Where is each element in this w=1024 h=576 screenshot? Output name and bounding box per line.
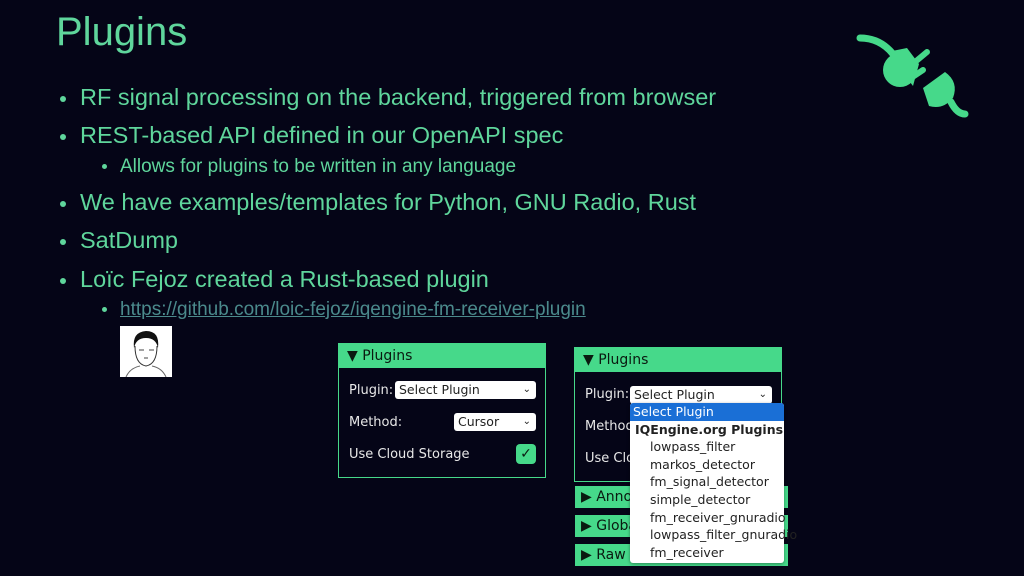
slide-title: Plugins bbox=[56, 10, 188, 54]
plugins-panel-header[interactable]: ▼ Plugins bbox=[575, 348, 781, 372]
plugin-dropdown-list: Select Plugin IQEngine.org Plugins lowpa… bbox=[630, 403, 797, 563]
plugin-select-value: Select Plugin bbox=[634, 387, 715, 402]
author-avatar bbox=[120, 326, 172, 378]
method-label: Method: bbox=[349, 415, 403, 430]
chevron-down-icon: ⌄ bbox=[758, 389, 767, 400]
method-select[interactable]: Cursor ⌄ bbox=[454, 413, 536, 431]
sub-bullet: https://github.com/loic-fejoz/iqengine-f… bbox=[102, 299, 586, 321]
method-select-value: Cursor bbox=[458, 414, 500, 429]
plugins-panel-header[interactable]: ▼ Plugins bbox=[339, 344, 545, 368]
method-label: Method bbox=[585, 419, 634, 434]
plugin-select-value: Select Plugin bbox=[399, 382, 480, 397]
plugins-panel: ▼ Plugins Plugin: Select Plugin ⌄ Method:… bbox=[338, 343, 546, 478]
plugin-select[interactable]: Select Plugin ⌄ bbox=[630, 386, 772, 404]
dropdown-option[interactable]: fm_signal_detector bbox=[630, 473, 784, 491]
sub-bullet: Allows for plugins to be written in any … bbox=[102, 156, 516, 178]
plugin-label: Plugin: bbox=[585, 387, 630, 402]
chevron-down-icon: ⌄ bbox=[522, 384, 531, 395]
bullet: RF signal processing on the backend, tri… bbox=[60, 84, 716, 111]
cloud-storage-label: Use Cloud Storage bbox=[349, 447, 470, 462]
cloud-storage-checkbox[interactable]: ✓ bbox=[516, 444, 536, 464]
dropdown-option-selected[interactable]: Select Plugin bbox=[630, 403, 784, 421]
plugin-select[interactable]: Select Plugin ⌄ bbox=[395, 381, 536, 399]
dropdown-option[interactable]: lowpass_filter_gnuradio bbox=[630, 526, 797, 544]
bullet: REST-based API defined in our OpenAPI sp… bbox=[60, 122, 563, 149]
dropdown-option[interactable]: fm_receiver bbox=[630, 544, 784, 562]
plugin-label: Plugin: bbox=[349, 383, 394, 398]
dropdown-option[interactable]: markos_detector bbox=[630, 456, 784, 474]
dropdown-group-label: IQEngine.org Plugins bbox=[635, 421, 784, 437]
chevron-down-icon: ⌄ bbox=[522, 416, 531, 427]
bullet-text: RF signal processing on the backend, tri… bbox=[80, 84, 717, 110]
bullet: SatDump bbox=[60, 227, 178, 254]
dropdown-option[interactable]: fm_receiver_gnuradio bbox=[630, 509, 786, 527]
plug-unplugged-icon bbox=[856, 34, 969, 118]
github-link[interactable]: https://github.com/loic-fejoz/iqengine-f… bbox=[120, 299, 586, 320]
bullet-text: SatDump bbox=[80, 227, 178, 253]
bullet: Loïc Fejoz created a Rust-based plugin bbox=[60, 266, 489, 293]
bullet-text: REST-based API defined in our OpenAPI sp… bbox=[80, 122, 564, 148]
dropdown-option[interactable]: simple_detector bbox=[630, 491, 784, 509]
sub-bullet-text: Allows for plugins to be written in any … bbox=[120, 156, 517, 177]
bullet-text: Loïc Fejoz created a Rust-based plugin bbox=[80, 266, 489, 292]
dropdown-option[interactable]: lowpass_filter bbox=[630, 438, 784, 456]
bullet-text: We have examples/templates for Python, G… bbox=[80, 189, 697, 215]
bullet: We have examples/templates for Python, G… bbox=[60, 189, 696, 216]
